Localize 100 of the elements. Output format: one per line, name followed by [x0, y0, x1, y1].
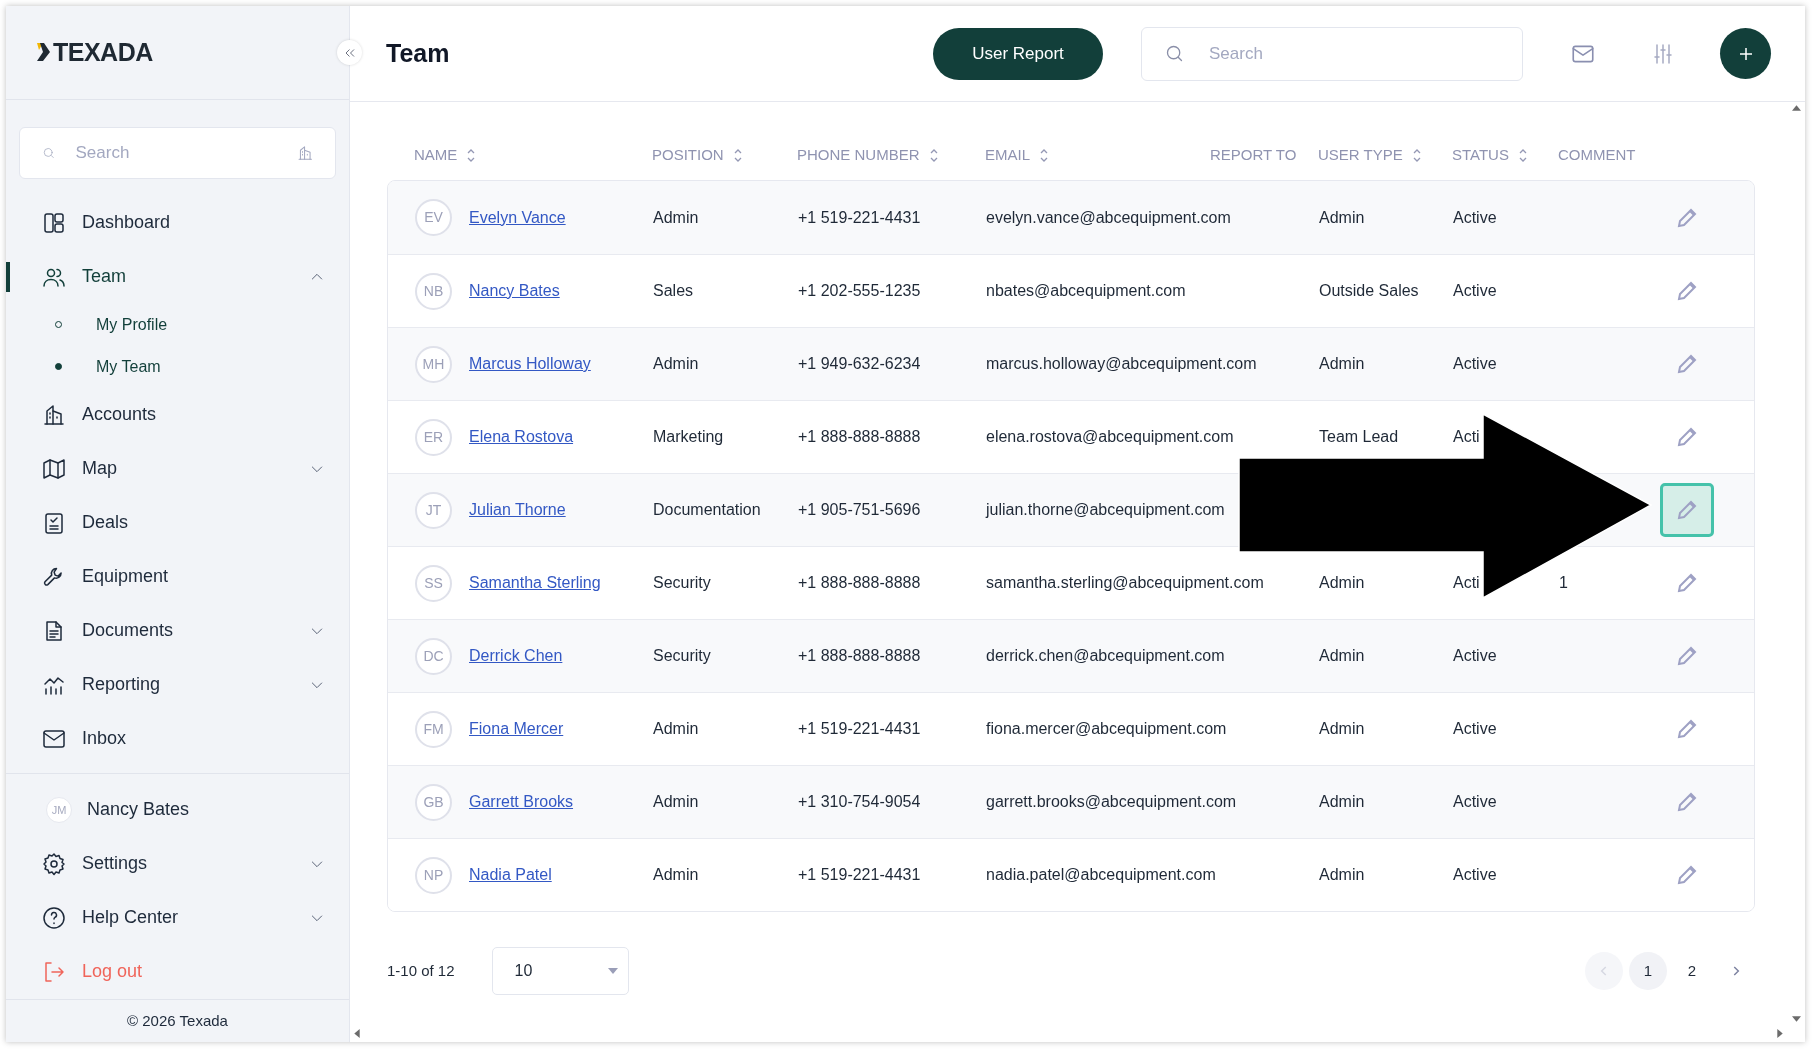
- table-cell: +1 519-221-4431: [798, 208, 921, 226]
- avatar: JM: [46, 796, 72, 823]
- table-cell: Admin: [1319, 574, 1365, 591]
- table-cell: marcus.holloway@abcequipment.com: [986, 355, 1257, 372]
- member-link[interactable]: Garrett Brooks: [469, 790, 574, 814]
- member-link[interactable]: Marcus Holloway: [469, 352, 591, 376]
- double-chevron-left-icon: [343, 46, 356, 59]
- member-link[interactable]: Fiona Mercer: [469, 717, 564, 741]
- search-icon: [1164, 43, 1185, 64]
- table-cell: Outside Sales: [1319, 282, 1419, 299]
- table-cell: 1: [1559, 574, 1568, 591]
- avatar: NB: [415, 272, 452, 310]
- scroll-up-icon[interactable]: [1792, 105, 1801, 111]
- logo-icon: [35, 43, 51, 62]
- table-cell: Active: [1453, 355, 1497, 372]
- nav-item[interactable]: Map: [6, 441, 349, 496]
- table-cell: Admin: [653, 208, 699, 226]
- table-cell: julian.thorne@abcequipment.com: [986, 501, 1225, 518]
- building-icon: [42, 402, 66, 427]
- table-cell: Admin: [1319, 793, 1365, 810]
- nav-item[interactable]: Help Center: [6, 890, 349, 945]
- plus-icon: [1738, 46, 1753, 61]
- member-link[interactable]: Julian Thorne: [469, 498, 566, 522]
- member-link[interactable]: Evelyn Vance: [469, 205, 566, 230]
- logout-icon: [42, 959, 66, 984]
- table-cell: +1 310-754-9054: [798, 793, 921, 810]
- page-button[interactable]: 1: [1629, 952, 1667, 990]
- avatar: NP: [415, 856, 452, 894]
- search-field[interactable]: Search: [1141, 26, 1523, 81]
- scroll-right-icon[interactable]: [1777, 1029, 1783, 1038]
- avatar: FM: [415, 710, 452, 748]
- nav-item[interactable]: Documents: [6, 603, 349, 658]
- column-header: COMMENT: [1558, 144, 1636, 165]
- table-cell: +1 888-888-8888: [798, 428, 921, 445]
- avatar: ER: [415, 418, 452, 456]
- pencil-icon: [1675, 790, 1699, 814]
- nav-item[interactable]: Settings: [6, 836, 349, 891]
- search-input[interactable]: Search: [75, 140, 297, 166]
- sort-icon[interactable]: [1039, 147, 1049, 163]
- table-cell: garrett.brooks@abcequipment.com: [986, 793, 1237, 810]
- sort-icon[interactable]: [1517, 147, 1528, 163]
- search-field[interactable]: Search: [19, 127, 336, 179]
- member-link[interactable]: Samantha Sterling: [469, 571, 601, 595]
- table-cell: elena.rostova@abcequipment.com: [986, 428, 1234, 445]
- avatar: DC: [415, 637, 452, 675]
- submenu-item[interactable]: My Profile: [6, 303, 349, 346]
- avatar: SS: [415, 564, 452, 602]
- sort-icon[interactable]: [732, 147, 743, 163]
- logo-text: TEXADA: [53, 36, 153, 68]
- settings-icon: [42, 851, 66, 876]
- table-cell: nadia.patel@abcequipment.com: [986, 866, 1216, 883]
- nav-item[interactable]: Inbox: [6, 711, 349, 766]
- table-cell: Admin: [653, 866, 699, 883]
- pencil-icon: [1675, 644, 1699, 668]
- submenu-item[interactable]: My Team: [6, 345, 349, 388]
- account-item[interactable]: JM Nancy Bates: [6, 782, 349, 837]
- nav-item[interactable]: Accounts: [6, 387, 349, 442]
- table-cell: Active: [1453, 647, 1497, 664]
- member-link[interactable]: Elena Rostova: [469, 425, 574, 449]
- table-cell: Admin: [1319, 355, 1365, 372]
- table-cell: samantha.sterling@abcequipment.com: [986, 574, 1264, 591]
- table-cell: Acti: [1453, 428, 1480, 445]
- table-cell: +1 519-221-4431: [798, 720, 921, 737]
- member-link[interactable]: Nancy Bates: [469, 279, 560, 303]
- sort-icon[interactable]: [928, 147, 939, 163]
- scroll-left-icon[interactable]: [354, 1029, 360, 1038]
- table-cell: evelyn.vance@abcequipment.com: [986, 208, 1231, 226]
- nav-item[interactable]: Team: [6, 249, 349, 304]
- filter-sliders-icon[interactable]: [1651, 41, 1675, 66]
- user-report-button[interactable]: User Report: [933, 27, 1103, 80]
- sort-icon[interactable]: [1411, 147, 1422, 163]
- nav-item[interactable]: Equipment: [6, 549, 349, 604]
- table-cell: Active: [1453, 793, 1497, 810]
- nav-item[interactable]: Deals: [6, 495, 349, 550]
- nav-item[interactable]: Reporting: [6, 657, 349, 712]
- page-size-select[interactable]: 10: [491, 947, 629, 995]
- add-button[interactable]: [1720, 28, 1771, 79]
- table-cell: Active: [1453, 208, 1497, 226]
- table-cell: derrick.chen@abcequipment.com: [986, 647, 1225, 664]
- search-input[interactable]: Search: [1209, 40, 1500, 67]
- pencil-icon: [1675, 717, 1699, 741]
- table-cell: Admin: [653, 793, 699, 810]
- table-cell: Documentation: [653, 501, 761, 518]
- scroll-down-icon[interactable]: [1792, 1016, 1801, 1022]
- page-button[interactable]: 2: [1673, 952, 1711, 990]
- nav-item[interactable]: Dashboard: [6, 195, 349, 250]
- member-link[interactable]: Nadia Patel: [469, 863, 552, 887]
- edit-button[interactable]: [1660, 483, 1714, 537]
- table-cell: Admin: [653, 355, 699, 372]
- table-cell: Team Lead: [1319, 428, 1399, 445]
- table-cell: Admin: [1319, 208, 1365, 226]
- table-cell: Security: [653, 574, 711, 591]
- column-header: REPORT TO: [1210, 144, 1297, 165]
- table-cell: Admin: [1319, 647, 1365, 664]
- pencil-icon: [1675, 571, 1699, 595]
- sort-icon[interactable]: [466, 147, 477, 163]
- table-cell: Admin: [653, 720, 699, 737]
- pencil-icon: [1675, 863, 1699, 887]
- member-link[interactable]: Derrick Chen: [469, 644, 563, 668]
- avatar: GB: [415, 783, 452, 821]
